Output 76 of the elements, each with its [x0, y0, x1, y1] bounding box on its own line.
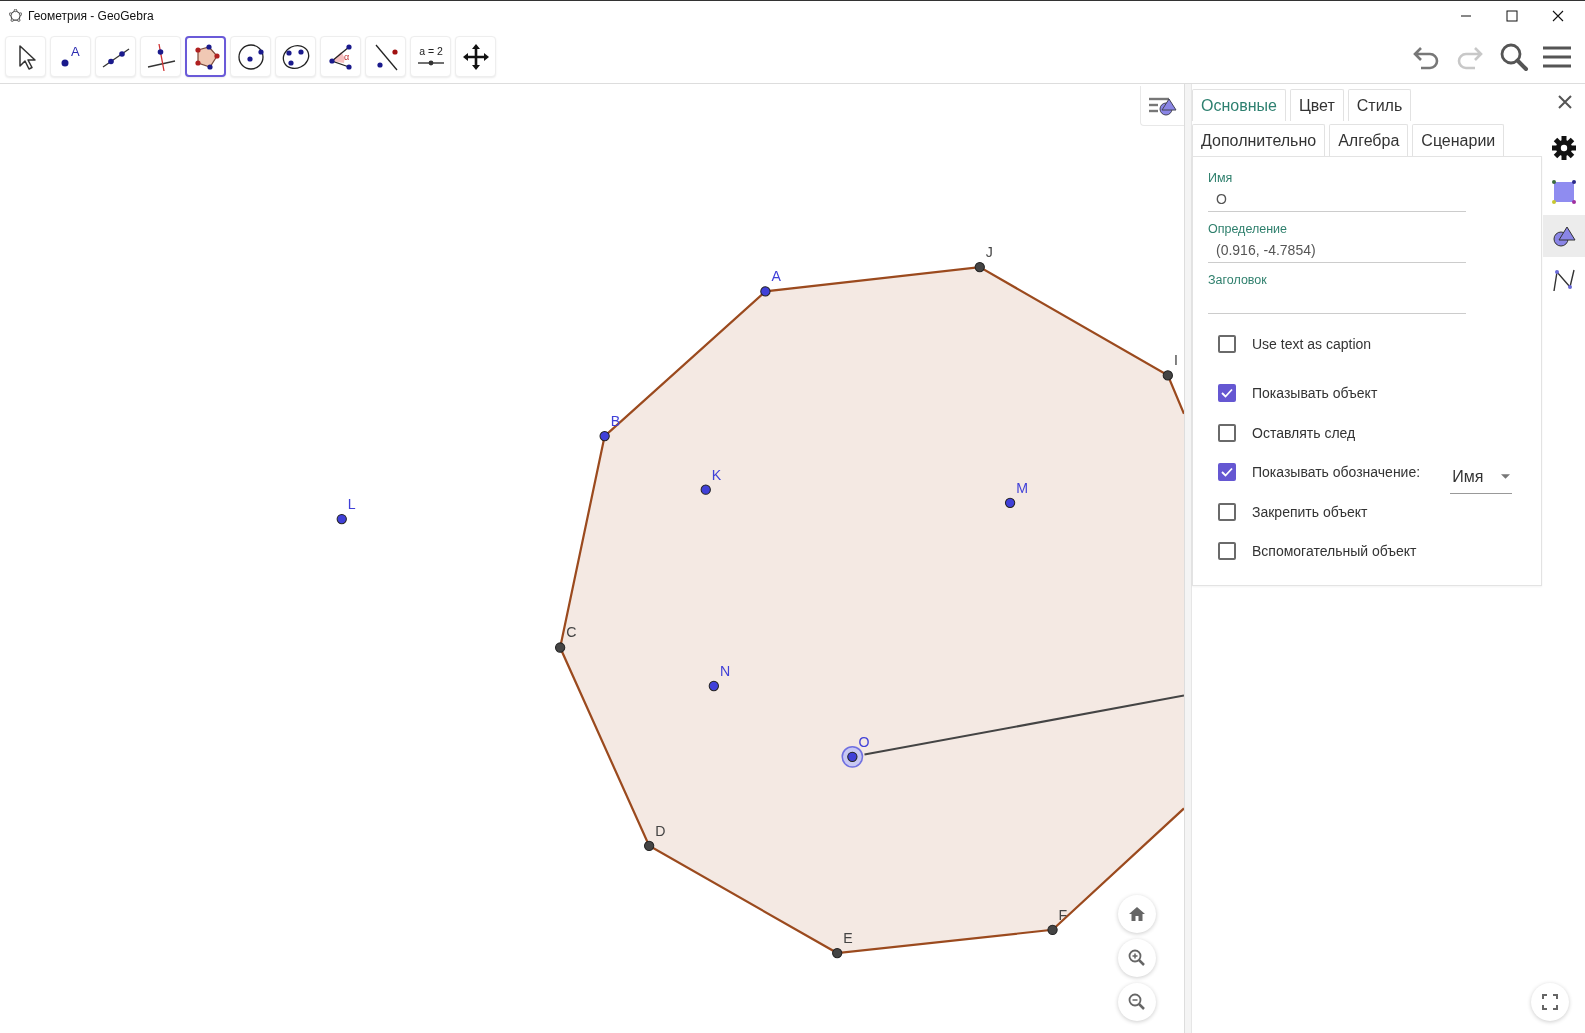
graph-line-icon — [1551, 267, 1577, 293]
caret-icon — [1501, 474, 1511, 480]
maximize-icon — [1506, 9, 1518, 22]
point-label: A — [771, 268, 781, 285]
geometry-tab[interactable] — [1543, 215, 1585, 257]
window-title: Геометрия - GeoGebra — [28, 8, 155, 23]
point[interactable] — [555, 642, 566, 653]
input-field[interactable]: O — [1208, 187, 1466, 212]
point[interactable] — [760, 286, 771, 297]
checkbox[interactable] — [1218, 384, 1236, 403]
tool-button[interactable] — [185, 36, 226, 77]
point[interactable] — [832, 947, 843, 959]
point[interactable] — [847, 751, 858, 762]
zoom-out-icon — [1127, 992, 1147, 1012]
fullscreen-icon — [1542, 994, 1558, 1010]
menu-button[interactable] — [1543, 44, 1571, 69]
checkbox-label: Закрепить объект — [1252, 503, 1368, 520]
field-label: Заголовок — [1208, 273, 1268, 287]
checkbox[interactable] — [1218, 334, 1236, 353]
field-label: Имя — [1208, 171, 1234, 185]
checkbox[interactable] — [1218, 542, 1236, 561]
point[interactable] — [643, 840, 655, 851]
checkbox-label: Показывать объект — [1252, 385, 1378, 402]
tab[interactable]: Основные — [1192, 89, 1286, 121]
home-icon — [1127, 904, 1147, 924]
point[interactable] — [1047, 924, 1058, 935]
point[interactable] — [708, 680, 719, 692]
point[interactable] — [974, 261, 985, 273]
zoom-out-button[interactable] — [1118, 983, 1156, 1021]
point-label: E — [843, 929, 853, 946]
checkbox[interactable] — [1218, 502, 1236, 521]
point-label: N — [719, 662, 731, 679]
search-button[interactable] — [1499, 41, 1529, 72]
point-label: J — [985, 244, 993, 260]
point[interactable] — [700, 484, 711, 495]
point[interactable] — [336, 513, 347, 525]
checkbox-label: Показывать обозначение: — [1252, 464, 1421, 481]
zoom-in-icon — [1127, 948, 1147, 968]
checkbox[interactable] — [1218, 423, 1236, 442]
point-label: F — [1058, 906, 1068, 923]
checkbox[interactable] — [1218, 463, 1236, 482]
point-label: K — [711, 466, 722, 483]
point-label: I — [1173, 352, 1178, 369]
checkmark-icon — [1221, 467, 1233, 478]
point[interactable] — [599, 430, 610, 442]
fullscreen-button[interactable] — [1531, 983, 1569, 1021]
tab[interactable]: Алгебра — [1329, 124, 1409, 156]
point[interactable] — [1162, 370, 1173, 381]
gear-icon — [1551, 135, 1577, 161]
point-label: L — [347, 495, 356, 512]
dropdown[interactable]: Имя — [1450, 460, 1513, 495]
search-icon — [1499, 41, 1529, 72]
field-label: Определение — [1208, 222, 1289, 236]
home-button[interactable] — [1118, 895, 1156, 933]
point-label: B — [610, 412, 621, 429]
tab[interactable]: Цвет — [1289, 89, 1344, 121]
tab[interactable]: Стиль — [1347, 89, 1412, 121]
zoom-in-button[interactable] — [1118, 939, 1156, 977]
menu-icon — [1543, 44, 1571, 69]
point-label: C — [566, 624, 577, 641]
point-label: O — [858, 733, 870, 750]
checkmark-icon — [1221, 388, 1233, 399]
app-logo-icon — [9, 9, 22, 22]
point[interactable] — [1004, 497, 1016, 508]
tab[interactable]: Дополнительно — [1192, 124, 1326, 156]
checkbox-label: Вспомогательный объект — [1252, 543, 1417, 560]
checkbox-label: Use text as caption — [1252, 335, 1372, 352]
tab[interactable]: Сценарии — [1412, 124, 1505, 156]
point-label: D — [655, 822, 666, 839]
checkbox-label: Оставлять след — [1252, 424, 1356, 441]
close-icon — [1557, 94, 1573, 110]
style-bar-toggle-button[interactable] — [1140, 86, 1184, 126]
close-icon — [1552, 9, 1564, 22]
square-icon — [1551, 179, 1577, 205]
input-field[interactable]: (0.916, -4.7854) — [1208, 238, 1466, 263]
point-label: M — [1016, 479, 1028, 496]
